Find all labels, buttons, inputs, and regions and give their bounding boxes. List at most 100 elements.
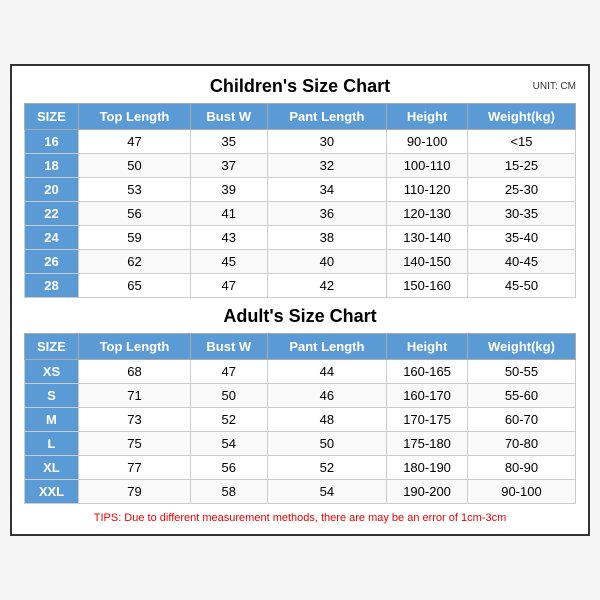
data-cell: 42 (267, 274, 387, 298)
data-cell: 38 (267, 226, 387, 250)
table-row: S715046160-17055-60 (25, 384, 576, 408)
data-cell: 37 (191, 154, 268, 178)
data-cell: 110-120 (387, 178, 468, 202)
data-cell: 15-25 (467, 154, 575, 178)
data-cell: 25-30 (467, 178, 575, 202)
data-cell: 32 (267, 154, 387, 178)
data-cell: 56 (191, 456, 268, 480)
data-cell: 45-50 (467, 274, 575, 298)
adults-title-row: Adult's Size Chart (24, 306, 576, 327)
adults-header-weight: Weight(kg) (467, 334, 575, 360)
table-row: 20533934110-12025-30 (25, 178, 576, 202)
data-cell: 40-45 (467, 250, 575, 274)
data-cell: 41 (191, 202, 268, 226)
data-cell: 50 (191, 384, 268, 408)
data-cell: 53 (78, 178, 190, 202)
adults-header-pant-length: Pant Length (267, 334, 387, 360)
table-row: 26624540140-15040-45 (25, 250, 576, 274)
data-cell: 62 (78, 250, 190, 274)
data-cell: 56 (78, 202, 190, 226)
children-header-row: SIZE Top Length Bust W Pant Length Heigh… (25, 104, 576, 130)
data-cell: 60-70 (467, 408, 575, 432)
table-row: M735248170-17560-70 (25, 408, 576, 432)
data-cell: 34 (267, 178, 387, 202)
adults-title: Adult's Size Chart (223, 306, 376, 327)
table-row: 1647353090-100<15 (25, 130, 576, 154)
table-row: 18503732100-11015-25 (25, 154, 576, 178)
data-cell: 65 (78, 274, 190, 298)
children-header-pant-length: Pant Length (267, 104, 387, 130)
data-cell: 39 (191, 178, 268, 202)
data-cell: 90-100 (467, 480, 575, 504)
size-cell: S (25, 384, 79, 408)
data-cell: 35-40 (467, 226, 575, 250)
data-cell: 43 (191, 226, 268, 250)
data-cell: 170-175 (387, 408, 468, 432)
data-cell: 47 (191, 360, 268, 384)
data-cell: 55-60 (467, 384, 575, 408)
data-cell: 150-160 (387, 274, 468, 298)
children-title-row: Children's Size Chart UNIT: CM (24, 76, 576, 97)
data-cell: 80-90 (467, 456, 575, 480)
data-cell: 100-110 (387, 154, 468, 178)
data-cell: 46 (267, 384, 387, 408)
data-cell: 30-35 (467, 202, 575, 226)
children-header-weight: Weight(kg) (467, 104, 575, 130)
data-cell: 45 (191, 250, 268, 274)
size-cell: 20 (25, 178, 79, 202)
size-cell: 24 (25, 226, 79, 250)
size-cell: L (25, 432, 79, 456)
data-cell: 73 (78, 408, 190, 432)
size-cell: 26 (25, 250, 79, 274)
children-header-bust-w: Bust W (191, 104, 268, 130)
data-cell: 160-165 (387, 360, 468, 384)
tips-text: TIPS: Due to different measurement metho… (24, 512, 576, 524)
data-cell: 40 (267, 250, 387, 274)
data-cell: 50 (78, 154, 190, 178)
size-cell: 22 (25, 202, 79, 226)
data-cell: 58 (191, 480, 268, 504)
size-cell: M (25, 408, 79, 432)
children-header-top-length: Top Length (78, 104, 190, 130)
size-cell: XXL (25, 480, 79, 504)
table-row: XL775652180-19080-90 (25, 456, 576, 480)
table-row: 28654742150-16045-50 (25, 274, 576, 298)
adults-header-bust-w: Bust W (191, 334, 268, 360)
table-row: XS684744160-16550-55 (25, 360, 576, 384)
data-cell: 71 (78, 384, 190, 408)
data-cell: 52 (191, 408, 268, 432)
data-cell: 36 (267, 202, 387, 226)
table-row: 22564136120-13030-35 (25, 202, 576, 226)
data-cell: 68 (78, 360, 190, 384)
size-cell: 18 (25, 154, 79, 178)
size-cell: XL (25, 456, 79, 480)
data-cell: 77 (78, 456, 190, 480)
data-cell: 180-190 (387, 456, 468, 480)
data-cell: 52 (267, 456, 387, 480)
children-table: SIZE Top Length Bust W Pant Length Heigh… (24, 103, 576, 298)
size-cell: 16 (25, 130, 79, 154)
adults-header-top-length: Top Length (78, 334, 190, 360)
data-cell: 30 (267, 130, 387, 154)
adults-header-row: SIZE Top Length Bust W Pant Length Heigh… (25, 334, 576, 360)
table-row: XXL795854190-20090-100 (25, 480, 576, 504)
data-cell: 50-55 (467, 360, 575, 384)
data-cell: 120-130 (387, 202, 468, 226)
adults-table: SIZE Top Length Bust W Pant Length Heigh… (24, 333, 576, 504)
data-cell: 48 (267, 408, 387, 432)
size-chart-wrapper: Children's Size Chart UNIT: CM SIZE Top … (10, 64, 590, 536)
data-cell: 47 (78, 130, 190, 154)
data-cell: 160-170 (387, 384, 468, 408)
children-title: Children's Size Chart (210, 76, 390, 97)
data-cell: 44 (267, 360, 387, 384)
data-cell: 175-180 (387, 432, 468, 456)
data-cell: 90-100 (387, 130, 468, 154)
children-header-size: SIZE (25, 104, 79, 130)
unit-label: UNIT: CM (533, 81, 576, 92)
data-cell: 47 (191, 274, 268, 298)
adults-header-size: SIZE (25, 334, 79, 360)
data-cell: 59 (78, 226, 190, 250)
data-cell: 35 (191, 130, 268, 154)
table-row: L755450175-18070-80 (25, 432, 576, 456)
data-cell: 70-80 (467, 432, 575, 456)
